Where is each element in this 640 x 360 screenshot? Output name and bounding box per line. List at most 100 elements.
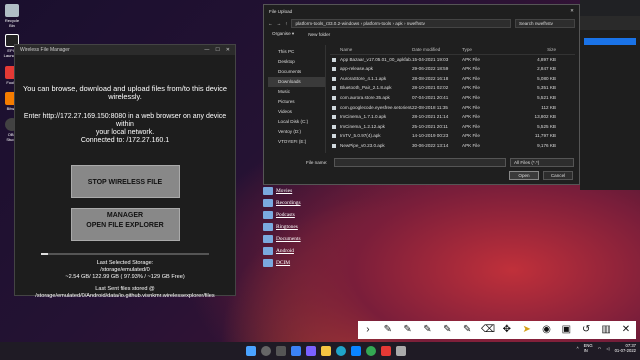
tree-item[interactable]: Videos: [268, 107, 325, 117]
chevron-right-icon[interactable]: ›: [362, 321, 374, 339]
start-icon[interactable]: [246, 346, 256, 356]
widgets-icon[interactable]: [291, 346, 301, 356]
camera-icon[interactable]: ▣: [560, 321, 572, 339]
up-arrow-icon[interactable]: ↑: [285, 21, 287, 26]
folder-label[interactable]: Podcasts: [276, 212, 295, 218]
file-row[interactable]: NewPipe_v0.23.0.apk 30-06-2022 13:14 APK F…: [330, 141, 575, 151]
pen-icon[interactable]: ✎: [421, 321, 433, 339]
cancel-button[interactable]: Cancel: [543, 171, 573, 180]
maximize-icon[interactable]: ☐: [215, 47, 219, 53]
store-icon[interactable]: [351, 346, 361, 356]
title-bar: Wireless File Manager — ☐ ✕: [15, 45, 235, 55]
back-arrow-icon[interactable]: ←: [268, 21, 273, 26]
region-label: IN: [583, 348, 588, 353]
column-header[interactable]: Date modified: [412, 45, 462, 54]
folder-label[interactable]: Movies: [276, 188, 292, 194]
edge-icon[interactable]: [336, 346, 346, 356]
folder-link[interactable]: Movies: [263, 185, 383, 197]
browser-address-bar[interactable]: [580, 16, 640, 30]
eye-icon[interactable]: ◉: [541, 321, 553, 339]
recycle-bin-icon: [5, 4, 19, 17]
move-icon[interactable]: ✥: [501, 321, 513, 339]
app-icon[interactable]: [381, 346, 391, 356]
cursor-icon[interactable]: ➤: [521, 321, 533, 339]
desktop-icon-recycle-bin[interactable]: Recycle Bin: [3, 4, 21, 28]
folder-link[interactable]: Ringtones: [263, 221, 383, 233]
file-row[interactable]: Bluetooth_Pair_2.1.8.apk 28-10-2021 02:02…: [330, 83, 575, 93]
tree-item[interactable]: Ventoy (D:): [268, 127, 325, 137]
file-name-input[interactable]: [334, 158, 506, 167]
folder-label[interactable]: Documents: [276, 236, 301, 242]
file-row[interactable]: ImCinema_1.2.12.apk 25-10-2021 20:11 APK F…: [330, 122, 575, 132]
file-row[interactable]: app-release.apk 29-06-2022 18:59 APK File 2…: [330, 64, 575, 74]
tree-item[interactable]: Documents: [268, 67, 325, 77]
tree-item[interactable]: Desktop: [268, 57, 325, 67]
column-header[interactable]: Size: [504, 45, 556, 54]
organise-button[interactable]: Organise ▾: [272, 31, 294, 37]
dialog-title-bar: File Upload ✕: [264, 5, 579, 17]
close-icon[interactable]: ✕: [620, 321, 632, 339]
new-folder-button[interactable]: New folder: [308, 32, 330, 37]
folder-icon: [263, 247, 273, 255]
search-icon[interactable]: [261, 346, 271, 356]
file-size: 5,351 KB: [537, 85, 556, 91]
language-indicator[interactable]: ENG IN: [584, 343, 593, 353]
chrome-icon[interactable]: [366, 346, 376, 356]
browser-tab-strip[interactable]: [580, 0, 640, 16]
file-row[interactable]: AuroraStore_4.1.1.apk 28-08-2022 16:18 APK…: [330, 74, 575, 84]
file-date: 28-08-2022 16:18: [412, 75, 449, 81]
open-file-explorer-button[interactable]: OPEN FILE EXPLORER: [70, 208, 180, 241]
undo-icon[interactable]: ↺: [580, 321, 592, 339]
column-headers: Name Date modified Type Size: [330, 45, 575, 55]
file-type: APK File: [462, 104, 480, 110]
folder-link[interactable]: Podcasts: [263, 209, 383, 221]
tree-item[interactable]: Pictures: [268, 97, 325, 107]
wifi-icon[interactable]: ◠: [598, 346, 602, 351]
tree-item[interactable]: This PC: [268, 47, 325, 57]
tree-item[interactable]: Music: [268, 87, 325, 97]
folder-icon: [263, 199, 273, 207]
eraser-icon[interactable]: ⌫: [481, 321, 495, 339]
chat-icon[interactable]: [306, 346, 316, 356]
pen-icon[interactable]: ✎: [402, 321, 414, 339]
folder-icon: [263, 187, 273, 195]
tree-item[interactable]: VTOYEFI (E:): [268, 137, 325, 147]
stop-wireless-file-manager-button[interactable]: STOP WIRELESS FILE MANAGER: [70, 165, 180, 219]
volume-icon[interactable]: ◁: [606, 346, 609, 351]
folder-label[interactable]: DCIM: [276, 260, 290, 266]
search-input[interactable]: Search nwefhstv: [515, 18, 575, 28]
folder-label[interactable]: Android: [276, 248, 294, 254]
task-view-icon[interactable]: [276, 346, 286, 356]
file-row[interactable]: App Bazaar_v17.05.01_00_apkfab.com.apk15…: [330, 55, 575, 65]
folder-label[interactable]: Ringtones: [276, 224, 298, 230]
column-header[interactable]: Name: [330, 45, 412, 54]
app-icon[interactable]: [396, 346, 406, 356]
file-row[interactable]: ImCinema_1.7.1.0.apk 28-10-2021 21:14 APK …: [330, 112, 575, 122]
tree-item-selected[interactable]: Downloads: [268, 77, 325, 87]
tree-item[interactable]: Local Disk (C:): [268, 117, 325, 127]
pen-icon[interactable]: ✎: [441, 321, 453, 339]
folder-link[interactable]: Documents: [263, 233, 383, 245]
clock[interactable]: 07:37 01-07-2022: [615, 343, 636, 353]
pen-icon[interactable]: ✎: [461, 321, 473, 339]
minimize-icon[interactable]: —: [204, 47, 209, 53]
file-type-select[interactable]: All Files (*.*): [510, 158, 574, 167]
folder-link[interactable]: Android: [263, 245, 383, 257]
clock-date: 01-07-2022: [614, 348, 636, 353]
trash-icon[interactable]: ▥: [600, 321, 612, 339]
file-row[interactable]: com.aurora.store.35.apk 07-04-2021 20:41 A…: [330, 93, 575, 103]
folder-label[interactable]: Recordings: [276, 200, 301, 206]
open-button[interactable]: Open: [509, 171, 539, 180]
pen-icon[interactable]: ✎: [382, 321, 394, 339]
file-explorer-icon[interactable]: [321, 346, 331, 356]
file-row[interactable]: com.googlecode.eyesfree.setorientation_.…: [330, 103, 575, 113]
close-icon[interactable]: ✕: [226, 47, 230, 53]
close-icon[interactable]: ✕: [570, 8, 574, 14]
folder-link[interactable]: DCIM: [263, 257, 383, 269]
file-row[interactable]: ImTV_5.0.97(4).apk 14-10-2019 00:23 APK Fi…: [330, 131, 575, 141]
folder-link[interactable]: Recordings: [263, 197, 383, 209]
column-header[interactable]: Type: [462, 45, 504, 54]
address-bar[interactable]: platform-tools_r33.0.2-windows › platfor…: [291, 18, 511, 28]
chevron-up-icon[interactable]: ^: [577, 346, 579, 351]
forward-arrow-icon[interactable]: →: [277, 21, 282, 26]
